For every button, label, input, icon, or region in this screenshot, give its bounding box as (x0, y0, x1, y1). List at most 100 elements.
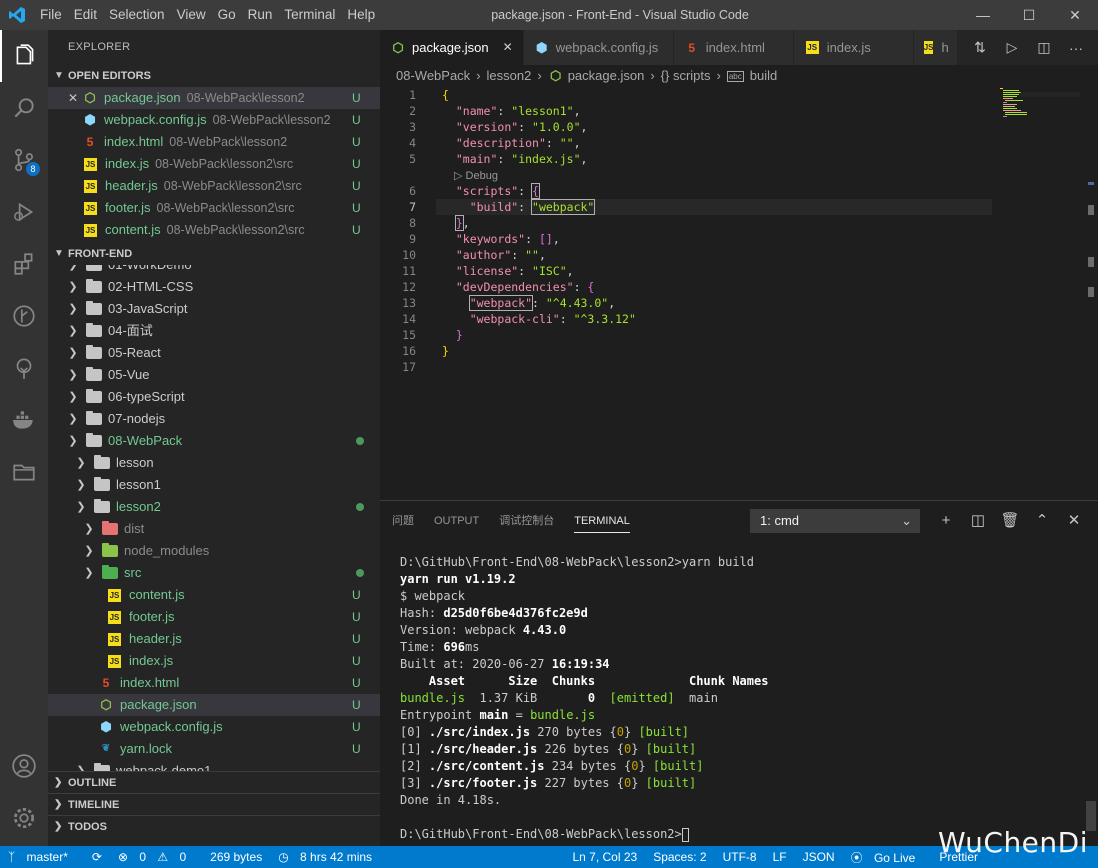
tree-folder[interactable]: ❯ 05-Vue (48, 364, 380, 386)
terminal-prompt[interactable]: D:\GitHub\Front-End\08-WebPack\lesson2> (400, 826, 768, 843)
problems-status[interactable]: ⊗ 0 ⚠ 0 (118, 850, 194, 864)
tree-folder[interactable]: ❯ src (48, 562, 380, 584)
tree-file[interactable]: ❦ yarn.lock U (48, 738, 380, 760)
minimap[interactable] (1000, 87, 1080, 127)
tree-folder[interactable]: ❯ lesson1 (48, 474, 380, 496)
tab-package-json[interactable]: ⬡ package.json ✕ (380, 30, 524, 65)
tree-folder[interactable]: ❯ 07-nodejs (48, 408, 380, 430)
open-editor-item[interactable]: 5 index.html 08-WebPack\lesson2 U (48, 131, 380, 153)
terminal-select[interactable]: 1: cmd ⌄ (750, 509, 920, 533)
tree-file[interactable]: JS index.js U (48, 650, 380, 672)
branch-status[interactable]: ᛉ master* (8, 850, 76, 864)
open-editor-item[interactable]: JS footer.js 08-WebPack\lesson2\src U (48, 197, 380, 219)
tree-folder[interactable]: ❯ node_modules (48, 540, 380, 562)
menu-selection[interactable]: Selection (103, 0, 171, 30)
kill-terminal-icon[interactable]: 🗑 (994, 509, 1026, 533)
tab-overflow[interactable]: JS h (913, 30, 958, 65)
run-icon[interactable]: ▷ (996, 39, 1028, 56)
indentation-status[interactable]: Spaces: 2 (653, 850, 706, 864)
tab-webpack-config[interactable]: ⬢ webpack.config.js (523, 30, 674, 65)
new-terminal-icon[interactable]: + (930, 509, 962, 533)
code-editor[interactable]: 1{ 2 "name": "lesson1", 3 "version": "1.… (380, 87, 1098, 375)
close-icon[interactable]: ✕ (68, 87, 82, 109)
todos-header[interactable]: ❯ TODOS (48, 815, 380, 837)
menu-edit[interactable]: Edit (68, 0, 103, 30)
breadcrumb-item[interactable]: build (750, 65, 777, 87)
eol-status[interactable]: LF (773, 850, 787, 864)
tab-debug-console[interactable]: 调试控制台 (499, 509, 554, 533)
maximize-panel-icon[interactable]: ⌃ (1026, 509, 1058, 533)
minimize-icon[interactable]: — (960, 0, 1006, 30)
menu-view[interactable]: View (171, 0, 212, 30)
breadcrumb-item[interactable]: {} scripts (661, 65, 711, 87)
run-debug-icon[interactable] (0, 186, 48, 238)
more-actions-icon[interactable]: ··· (1060, 40, 1092, 56)
close-icon[interactable]: ✕ (503, 30, 513, 65)
tree-file[interactable]: JS header.js U (48, 628, 380, 650)
workspace-header[interactable]: ▼ FRONT-END (48, 243, 380, 265)
tab-terminal[interactable]: TERMINAL (574, 509, 630, 533)
tree-folder[interactable]: ❯ 02-HTML-CSS (48, 276, 380, 298)
menu-go[interactable]: Go (212, 0, 242, 30)
cursor-position[interactable]: Ln 7, Col 23 (572, 850, 637, 864)
tab-index-js[interactable]: JS index.js (793, 30, 914, 65)
timeline-header[interactable]: ❯ TIMELINE (48, 793, 380, 815)
explorer-icon[interactable] (0, 30, 48, 82)
breadcrumb-item[interactable]: 08-WebPack (396, 65, 470, 87)
tree-file[interactable]: ⬡ package.json U (48, 694, 380, 716)
open-editors-header[interactable]: ▼ OPEN EDITORS (48, 65, 380, 87)
tree-file[interactable]: JS content.js U (48, 584, 380, 606)
split-terminal-icon[interactable]: ◫ (962, 509, 994, 533)
tree-folder[interactable]: ❯ 03-JavaScript (48, 298, 380, 320)
tree-file[interactable]: 5 index.html U (48, 672, 380, 694)
tab-index-html[interactable]: 5 index.html (673, 30, 794, 65)
time-tracker-status[interactable]: ◷ 8 hrs 42 mins (278, 850, 380, 864)
terminal-output[interactable]: D:\GitHub\Front-End\08-WebPack\lesson2> y… (400, 554, 768, 843)
tab-problems[interactable]: 问题 (392, 509, 414, 533)
maximize-icon[interactable]: ☐ (1006, 0, 1052, 30)
tree-file[interactable]: JS footer.js U (48, 606, 380, 628)
go-live-button[interactable]: ⦿ Go Live (851, 849, 924, 866)
tree-folder[interactable]: ❯ lesson2 (48, 496, 380, 518)
tree-folder[interactable]: ❯ 04-面试 (48, 320, 380, 342)
tree-folder[interactable]: ❯ webpack-demo1 (48, 760, 380, 771)
tree-folder[interactable]: ❯01-WorkDemo (48, 265, 380, 276)
tree-file[interactable]: ⬢ webpack.config.js U (48, 716, 380, 738)
open-editor-item[interactable]: ✕ ⬡ package.json 08-WebPack\lesson2 U (48, 87, 380, 109)
split-editor-icon[interactable]: ◫ (1028, 39, 1060, 56)
breadcrumb-item[interactable]: package.json (568, 65, 645, 87)
git-graph-icon[interactable] (0, 290, 48, 342)
codelens-debug[interactable]: ▷ Debug (380, 167, 1098, 183)
tree-folder[interactable]: ❯ dist (48, 518, 380, 540)
project-manager-icon[interactable] (0, 446, 48, 498)
source-control-icon[interactable]: 8 (0, 134, 48, 186)
account-icon[interactable] (0, 740, 48, 792)
outline-header[interactable]: ❯ OUTLINE (48, 771, 380, 793)
close-icon[interactable]: ✕ (1052, 0, 1098, 30)
settings-gear-icon[interactable] (0, 792, 48, 844)
open-editor-item[interactable]: JS header.js 08-WebPack\lesson2\src U (48, 175, 380, 197)
tree-icon[interactable] (0, 342, 48, 394)
docker-icon[interactable] (0, 394, 48, 446)
close-panel-icon[interactable]: ✕ (1058, 509, 1090, 533)
search-icon[interactable] (0, 82, 48, 134)
tree-folder[interactable]: ❯ 08-WebPack (48, 430, 380, 452)
tree-folder[interactable]: ❯ lesson (48, 452, 380, 474)
breadcrumb-item[interactable]: lesson2 (487, 65, 532, 87)
sync-icon[interactable]: ⟳ (92, 850, 102, 864)
tab-output[interactable]: OUTPUT (434, 509, 479, 533)
open-editor-item[interactable]: JS content.js 08-WebPack\lesson2\src U (48, 219, 380, 241)
tree-folder[interactable]: ❯ 05-React (48, 342, 380, 364)
extensions-icon[interactable] (0, 238, 48, 290)
language-mode[interactable]: JSON (803, 850, 835, 864)
editor-scrollbar[interactable] (1088, 87, 1096, 487)
open-changes-icon[interactable]: ⇅ (964, 39, 996, 56)
open-editor-item[interactable]: JS index.js 08-WebPack\lesson2\src U (48, 153, 380, 175)
menu-terminal[interactable]: Terminal (278, 0, 341, 30)
menu-help[interactable]: Help (341, 0, 381, 30)
menu-run[interactable]: Run (242, 0, 279, 30)
encoding-status[interactable]: UTF-8 (723, 850, 757, 864)
open-editor-item[interactable]: ⬢ webpack.config.js 08-WebPack\lesson2 U (48, 109, 380, 131)
tree-folder[interactable]: ❯ 06-typeScript (48, 386, 380, 408)
menu-file[interactable]: File (34, 0, 68, 30)
